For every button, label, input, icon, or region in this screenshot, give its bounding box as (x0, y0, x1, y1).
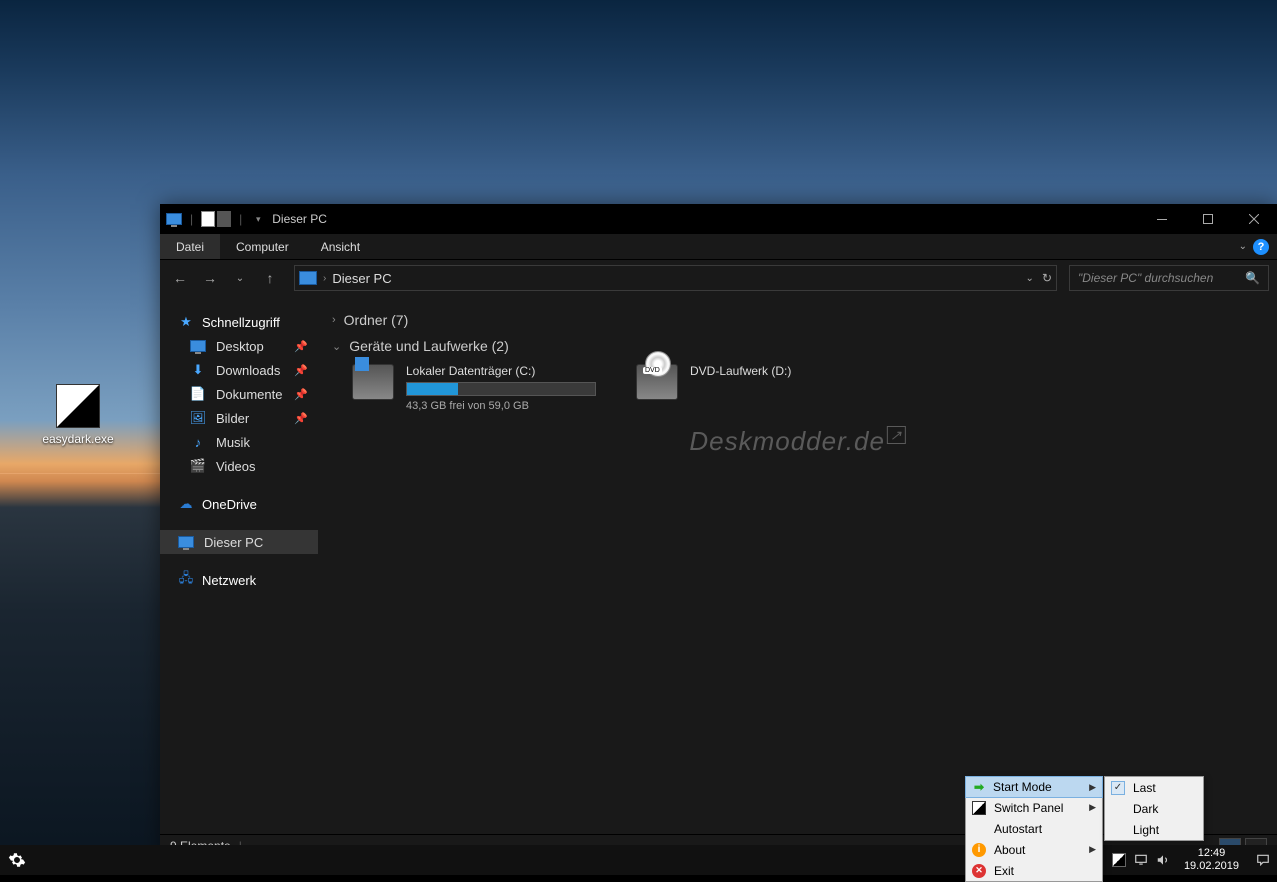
chevron-down-icon: ⌄ (332, 340, 341, 353)
chevron-right-icon: › (323, 273, 326, 284)
tab-view[interactable]: Ansicht (305, 234, 376, 259)
sidebar-this-pc[interactable]: Dieser PC (160, 530, 318, 554)
ribbon-expand-icon[interactable]: ⌄ (1239, 241, 1247, 252)
cloud-icon: ☁ (178, 496, 194, 512)
pin-icon: 📌 (294, 388, 308, 401)
menu-exit[interactable]: ✕ Exit (966, 860, 1102, 881)
tray-network-icon[interactable] (1130, 845, 1152, 875)
submenu-light[interactable]: Light (1105, 819, 1203, 840)
sidebar-item-documents[interactable]: 📄 Dokumente 📌 (160, 382, 318, 406)
arrow-right-green-icon: ➡ (970, 778, 988, 796)
pin-icon: 📌 (294, 364, 308, 377)
address-bar[interactable]: › Dieser PC ⌄ ↻ (294, 265, 1057, 291)
sidebar-network[interactable]: 🖧 Netzwerk (160, 568, 318, 592)
drive-free-text: 43,3 GB frei von 59,0 GB (406, 400, 596, 412)
sidebar-item-pictures[interactable]: 🖼 Bilder 📌 (160, 406, 318, 430)
download-icon: ⬇ (190, 362, 206, 378)
menu-switch-panel[interactable]: Switch Panel ▶ (966, 797, 1102, 818)
close-button[interactable] (1231, 204, 1277, 234)
check-icon: ✓ (1111, 781, 1125, 795)
pc-icon (299, 271, 317, 285)
start-button[interactable] (0, 845, 34, 875)
clock-time: 12:49 (1184, 847, 1239, 860)
close-red-icon: ✕ (970, 862, 988, 880)
tray-context-menu: ➡ Start Mode ▶ Switch Panel ▶ Autostart … (965, 776, 1103, 882)
start-mode-submenu: ✓ Last Dark Light (1104, 776, 1204, 841)
submenu-dark[interactable]: Dark (1105, 798, 1203, 819)
group-folders[interactable]: › Ordner (7) (332, 312, 1263, 328)
menu-about[interactable]: i About ▶ (966, 839, 1102, 860)
search-icon: 🔍 (1245, 271, 1260, 285)
pc-icon (166, 211, 182, 227)
video-icon: 🎬 (190, 458, 206, 474)
desktop-icon-easydark[interactable]: easydark.exe (40, 384, 116, 446)
document-icon: 📄 (190, 386, 206, 402)
ribbon-tabs: Datei Computer Ansicht ⌄ ? (160, 234, 1277, 260)
hdd-icon (352, 364, 394, 400)
desktop-icon (190, 338, 206, 354)
picture-icon: 🖼 (190, 410, 206, 426)
menu-autostart[interactable]: Autostart (966, 818, 1102, 839)
dvd-icon: DVD (636, 364, 678, 400)
music-icon: ♪ (190, 434, 206, 450)
forward-button[interactable]: → (198, 266, 222, 290)
watermark: Deskmodder.de↗ (689, 426, 905, 457)
help-icon[interactable]: ? (1253, 239, 1269, 255)
star-icon: ★ (178, 314, 194, 330)
qat-icon-2[interactable] (217, 211, 231, 227)
tab-file[interactable]: Datei (160, 234, 220, 259)
network-icon: 🖧 (178, 572, 194, 588)
chevron-down-icon[interactable]: ⌄ (1026, 273, 1034, 284)
tray-easydark-icon[interactable] (1108, 845, 1130, 875)
submenu-arrow-icon: ▶ (1089, 782, 1096, 793)
submenu-arrow-icon: ▶ (1089, 844, 1096, 855)
sidebar-item-music[interactable]: ♪ Musik (160, 430, 318, 454)
menu-start-mode[interactable]: ➡ Start Mode ▶ (965, 776, 1103, 798)
pin-icon: 📌 (294, 340, 308, 353)
explorer-window: | | ▾ Dieser PC Datei Computer Ansicht ⌄… (160, 204, 1277, 856)
app-icon (56, 384, 100, 428)
drive-name: Lokaler Datenträger (C:) (406, 364, 596, 378)
storage-progress (406, 382, 596, 396)
drive-d[interactable]: DVD DVD-Laufwerk (D:) (636, 364, 791, 412)
sidebar-onedrive[interactable]: ☁ OneDrive (160, 492, 318, 516)
group-drives[interactable]: ⌄ Geräte und Laufwerke (2) (332, 338, 1263, 354)
up-button[interactable]: ↑ (258, 266, 282, 290)
storage-progress-fill (407, 383, 458, 395)
drive-name: DVD-Laufwerk (D:) (690, 364, 791, 378)
pc-icon (178, 534, 194, 550)
submenu-arrow-icon: ▶ (1089, 802, 1096, 813)
tab-computer[interactable]: Computer (220, 234, 305, 259)
back-button[interactable]: ← (168, 266, 192, 290)
qat-icon-1[interactable] (201, 211, 215, 227)
sidebar-item-downloads[interactable]: ⬇ Downloads 📌 (160, 358, 318, 382)
search-placeholder: "Dieser PC" durchsuchen (1078, 271, 1213, 285)
content-area: › Ordner (7) ⌄ Geräte und Laufwerke (2) … (318, 296, 1277, 834)
maximize-button[interactable] (1185, 204, 1231, 234)
sidebar-item-videos[interactable]: 🎬 Videos (160, 454, 318, 478)
minimize-button[interactable] (1139, 204, 1185, 234)
sidebar: ★ Schnellzugriff Desktop 📌 ⬇ Downloads 📌… (160, 296, 318, 834)
recent-dropdown-icon[interactable]: ⌄ (228, 266, 252, 290)
window-title: Dieser PC (272, 212, 327, 226)
qat-dropdown-icon[interactable]: ▾ (250, 211, 266, 227)
pin-icon: 📌 (294, 412, 308, 425)
bw-triangle-icon (970, 799, 988, 817)
tray-clock[interactable]: 12:49 19.02.2019 (1174, 847, 1249, 873)
desktop-icon-label: easydark.exe (40, 432, 116, 446)
titlebar[interactable]: | | ▾ Dieser PC (160, 204, 1277, 234)
chevron-right-icon: › (332, 314, 336, 326)
submenu-last[interactable]: ✓ Last (1105, 777, 1203, 798)
tray-action-center-icon[interactable] (1249, 845, 1277, 875)
clock-date: 19.02.2019 (1184, 860, 1239, 873)
info-icon: i (970, 841, 988, 859)
sidebar-item-desktop[interactable]: Desktop 📌 (160, 334, 318, 358)
sidebar-quick-access[interactable]: ★ Schnellzugriff (160, 310, 318, 334)
tray-volume-icon[interactable] (1152, 845, 1174, 875)
drive-c[interactable]: Lokaler Datenträger (C:) 43,3 GB frei vo… (352, 364, 596, 412)
refresh-icon[interactable]: ↻ (1042, 271, 1052, 285)
address-location: Dieser PC (332, 271, 391, 286)
nav-row: ← → ⌄ ↑ › Dieser PC ⌄ ↻ "Dieser PC" durc… (160, 260, 1277, 296)
search-input[interactable]: "Dieser PC" durchsuchen 🔍 (1069, 265, 1269, 291)
